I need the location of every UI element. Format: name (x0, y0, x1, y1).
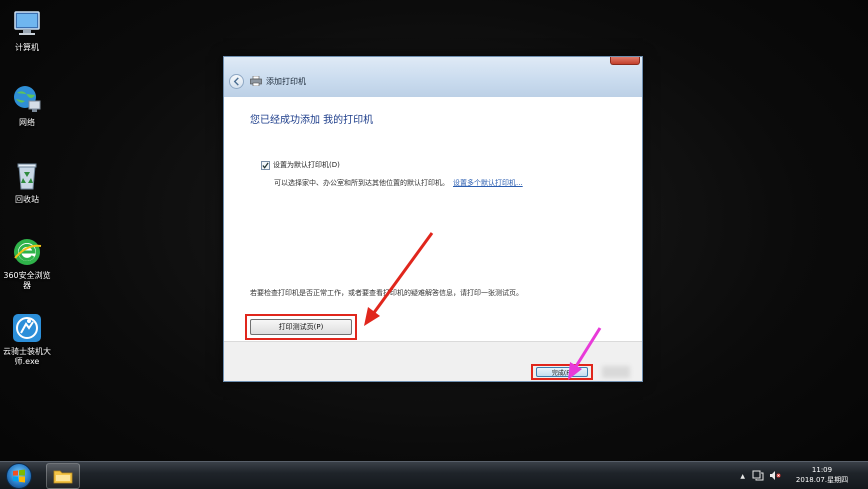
checkmark-icon (262, 162, 269, 169)
cancel-button-blurred[interactable] (602, 366, 630, 378)
default-printer-checkbox[interactable] (261, 160, 270, 170)
desktop-icon-label: 计算机 (15, 43, 39, 52)
taskbar-explorer-button[interactable] (46, 463, 80, 489)
action-center-icon[interactable] (752, 470, 764, 481)
tray-expand-arrow[interactable]: ▲ (740, 473, 745, 480)
desktop-icon-network[interactable]: 网络 (2, 83, 52, 128)
description-text: 可以选择家中、办公室和所到达其他位置的默认打印机。 (274, 179, 449, 187)
desktop-icon-label: 回收站 (15, 195, 39, 204)
test-button-highlight: 打印测试页(P) (245, 314, 357, 340)
desktop-icon-recycle-bin[interactable]: 回收站 (2, 160, 52, 205)
folder-icon (53, 470, 73, 484)
dialog-title: 添加打印机 (266, 77, 306, 86)
finish-button[interactable]: 完成(F) (536, 367, 588, 377)
start-button[interactable] (6, 463, 32, 489)
print-test-page-button[interactable]: 打印测试页(P) (250, 319, 352, 335)
browser-360-icon (14, 239, 42, 265)
desktop-icon-360-browser[interactable]: 360安全浏览器 (2, 236, 52, 291)
default-printer-row: 设置为默认打印机(D) (261, 160, 340, 170)
desktop: 计算机 网络 回收站 360安全浏览器 云骑士装机大师.exe 添加打印机 您已… (0, 0, 868, 461)
default-printer-description: 可以选择家中、办公室和所到达其他位置的默认打印机。 设置多个默认打印机... (274, 178, 523, 188)
clock-time: 11:09 (811, 466, 833, 474)
desktop-icon-label: 云骑士装机大师.exe (3, 347, 51, 366)
finish-button-highlight: 完成(F) (531, 364, 593, 380)
desktop-icon-yunqishi[interactable]: 云骑士装机大师.exe (2, 312, 52, 367)
back-arrow-icon (233, 77, 239, 86)
add-printer-dialog: 添加打印机 您已经成功添加 我的打印机 设置为默认打印机(D) 可以选择家中、办… (223, 56, 643, 382)
network-icon (14, 86, 41, 112)
test-page-note: 若要检查打印机是否正常工作，或者要查看打印机的疑难解答信息，请打印一张测试页。 (250, 289, 523, 297)
printer-icon (250, 76, 262, 86)
dialog-titlebar: 添加打印机 (224, 57, 642, 97)
system-clock[interactable]: 11:09 2018.07.星期四 (788, 465, 856, 485)
back-button[interactable] (229, 74, 244, 89)
dialog-footer: 完成(F) (224, 341, 642, 381)
desktop-icon-label: 网络 (19, 118, 35, 127)
desktop-icon-computer[interactable]: 计算机 (2, 8, 52, 53)
desktop-icon-label: 360安全浏览器 (3, 271, 51, 290)
windows-logo-icon (13, 469, 25, 483)
dialog-content: 您已经成功添加 我的打印机 设置为默认打印机(D) 可以选择家中、办公室和所到达… (224, 97, 642, 341)
recycle-bin-icon (17, 163, 37, 190)
success-heading: 您已经成功添加 我的打印机 (250, 115, 374, 126)
volume-muted-icon[interactable] (769, 470, 781, 481)
default-printer-label: 设置为默认打印机(D) (273, 161, 340, 169)
taskbar: ▲ 11:09 2018.07.星期四 (0, 461, 868, 489)
multiple-default-printers-link[interactable]: 设置多个默认打印机... (453, 179, 523, 187)
computer-icon (14, 11, 40, 35)
yunqishi-icon (13, 314, 41, 342)
clock-date: 2018.07.星期四 (795, 476, 849, 484)
close-button[interactable] (610, 57, 640, 65)
